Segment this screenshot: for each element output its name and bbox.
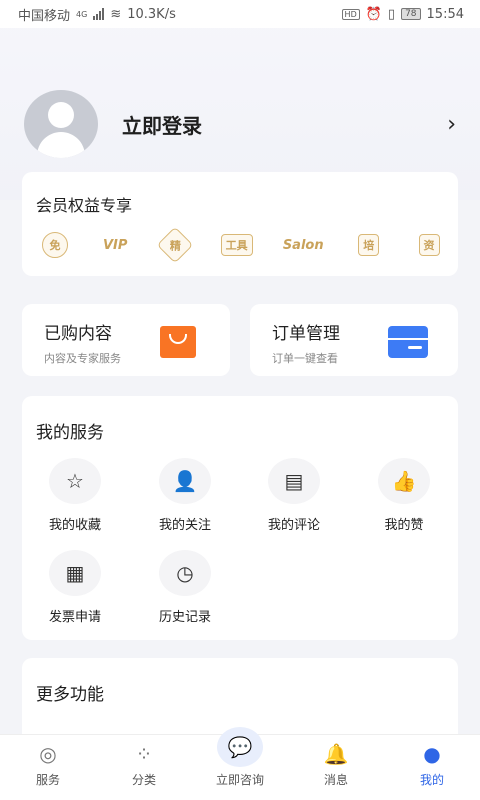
star-icon: ☆ bbox=[49, 458, 101, 504]
status-left: 中国移动 4G ≋ 10.3K/s bbox=[18, 5, 176, 24]
service-invoice[interactable]: ▦ 发票申请 bbox=[25, 550, 125, 626]
service-label: 我的收藏 bbox=[48, 518, 101, 533]
clock-icon: ◷ bbox=[159, 550, 211, 596]
nav-label: 服务 bbox=[35, 773, 60, 787]
comment-icon: ▤ bbox=[268, 458, 320, 504]
nav-label: 我的 bbox=[419, 773, 444, 787]
status-right: HD ⏰ ▯ 78 15:54 bbox=[341, 6, 464, 22]
nav-services[interactable]: ◎ 服务 bbox=[8, 741, 88, 788]
compass-icon: ◎ bbox=[39, 742, 57, 766]
perk-resources-label: 资 bbox=[418, 234, 440, 256]
my-services-card: 我的服务 ☆ 我的收藏 👤 我的关注 ▤ 我的评论 👍 我的赞 ▦ 发票申请 ◷… bbox=[22, 396, 458, 640]
more-features-title: 更多功能 bbox=[36, 685, 104, 705]
service-following[interactable]: 👤 我的关注 bbox=[135, 458, 235, 534]
orders-subtitle: 订单一键查看 bbox=[272, 352, 338, 365]
vibrate-icon: ▯ bbox=[387, 6, 396, 22]
chat-icon: 💬 bbox=[217, 727, 263, 767]
perk-premium-label: 精 bbox=[169, 239, 181, 252]
perk-tools-label: 工具 bbox=[220, 234, 253, 256]
carrier-label: 中国移动 bbox=[18, 8, 71, 24]
service-label: 我的评论 bbox=[267, 518, 320, 533]
avatar-head-shape bbox=[48, 102, 74, 128]
member-benefits-title: 会员权益专享 bbox=[36, 196, 133, 215]
nav-consult[interactable]: 💬 立即咨询 bbox=[200, 727, 280, 788]
perk-training-icon[interactable]: 培 bbox=[354, 230, 384, 260]
nav-categories[interactable]: ⁘ 分类 bbox=[104, 741, 184, 788]
nav-label: 消息 bbox=[323, 773, 348, 787]
perk-salon-label: Salon bbox=[282, 237, 324, 253]
services-title: 我的服务 bbox=[36, 423, 104, 443]
perk-premium-icon[interactable]: 精 bbox=[157, 226, 194, 264]
user-icon: ● bbox=[423, 742, 441, 766]
perk-tools-icon[interactable]: 工具 bbox=[220, 230, 253, 260]
perk-resources-icon[interactable]: 资 bbox=[414, 230, 444, 260]
avatar[interactable] bbox=[24, 90, 98, 158]
member-benefits-card[interactable]: 会员权益专享 免 VIP 精 工具 Salon 培 资 bbox=[22, 172, 458, 276]
network-speed: 10.3K/s bbox=[127, 6, 176, 22]
nav-label: 立即咨询 bbox=[215, 773, 264, 787]
clock: 15:54 bbox=[426, 6, 464, 22]
nav-profile[interactable]: ● 我的 bbox=[392, 741, 472, 788]
bottom-navigation: ◎ 服务 ⁘ 分类 💬 立即咨询 🔔 消息 ● 我的 bbox=[0, 727, 480, 800]
perk-free-label: 免 bbox=[42, 232, 68, 258]
login-row[interactable]: 立即登录 › bbox=[24, 90, 460, 158]
order-management-card[interactable]: 订单管理 订单一键查看 bbox=[250, 304, 458, 376]
network-type: 4G bbox=[76, 9, 88, 19]
signal-icon bbox=[93, 8, 105, 20]
service-comments[interactable]: ▤ 我的评论 bbox=[244, 458, 344, 534]
user-add-icon: 👤 bbox=[159, 458, 211, 504]
purchased-title: 已购内容 bbox=[44, 324, 112, 344]
perk-list: 免 VIP 精 工具 Salon 培 资 bbox=[40, 226, 444, 264]
login-label[interactable]: 立即登录 bbox=[122, 110, 447, 139]
hd-icon: HD bbox=[341, 8, 360, 20]
grid-icon: ⁘ bbox=[135, 742, 153, 766]
status-bar: 中国移动 4G ≋ 10.3K/s HD ⏰ ▯ 78 15:54 bbox=[0, 0, 480, 28]
perk-vip-label: VIP bbox=[102, 237, 128, 253]
nav-messages[interactable]: 🔔 消息 bbox=[296, 741, 376, 788]
bell-icon: 🔔 bbox=[323, 742, 349, 766]
nav-label: 分类 bbox=[131, 773, 156, 787]
shopping-bag-icon bbox=[160, 326, 196, 358]
chevron-right-icon[interactable]: › bbox=[447, 112, 456, 137]
battery-icon: 78 bbox=[401, 8, 421, 20]
orders-title: 订单管理 bbox=[272, 324, 340, 344]
perk-salon-icon[interactable]: Salon bbox=[283, 230, 324, 260]
perk-free-icon[interactable]: 免 bbox=[40, 230, 70, 260]
service-label: 历史记录 bbox=[158, 610, 211, 625]
service-label: 我的关注 bbox=[158, 518, 211, 533]
invoice-icon: ▦ bbox=[49, 550, 101, 596]
service-history[interactable]: ◷ 历史记录 bbox=[135, 550, 235, 626]
avatar-body-shape bbox=[37, 132, 85, 158]
wifi-icon: ≋ bbox=[110, 6, 122, 22]
thumbs-up-icon: 👍 bbox=[378, 458, 430, 504]
alarm-icon: ⏰ bbox=[365, 6, 382, 22]
purchased-content-card[interactable]: 已购内容 内容及专家服务 bbox=[22, 304, 230, 376]
service-favorites[interactable]: ☆ 我的收藏 bbox=[25, 458, 125, 534]
order-box-icon bbox=[388, 326, 428, 358]
service-label: 发票申请 bbox=[48, 610, 101, 625]
service-likes[interactable]: 👍 我的赞 bbox=[354, 458, 454, 534]
purchased-subtitle: 内容及专家服务 bbox=[44, 352, 121, 365]
perk-training-label: 培 bbox=[358, 234, 380, 256]
perk-vip-icon[interactable]: VIP bbox=[100, 230, 130, 260]
service-label: 我的赞 bbox=[384, 518, 424, 533]
